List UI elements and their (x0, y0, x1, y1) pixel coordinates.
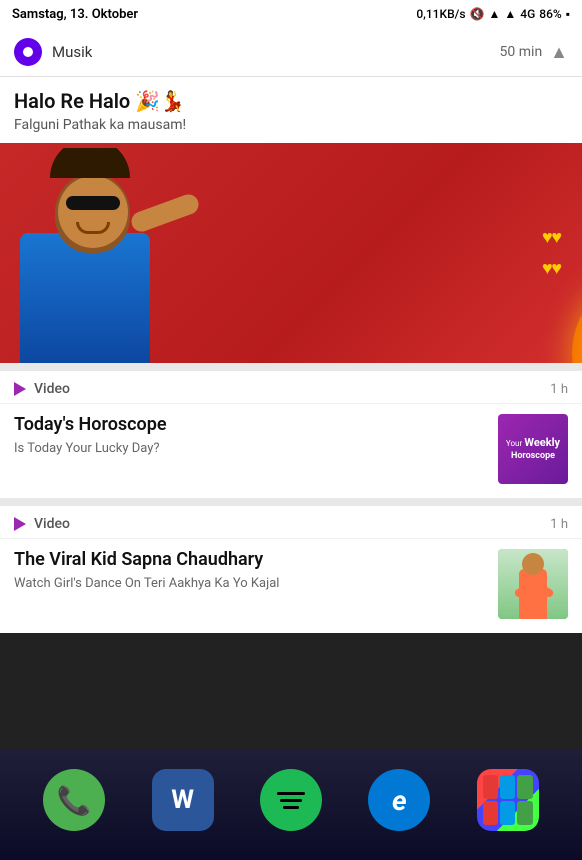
spotify-line-3 (283, 806, 299, 809)
expand-icon[interactable]: ▲ (550, 42, 568, 63)
sapna-type-label: Video (34, 516, 70, 532)
grid-cell-4 (483, 801, 498, 825)
spotify-line-2 (280, 799, 302, 802)
battery-icon: ▪ (566, 7, 570, 21)
grid-cell-3 (517, 775, 532, 799)
sapna-card[interactable]: Video 1 h The Viral Kid Sapna Chaudhary … (0, 506, 582, 633)
music-duration: 50 min (500, 44, 543, 60)
apps-grid-icon[interactable] (477, 769, 539, 831)
spotify-app-icon[interactable] (260, 769, 322, 831)
video-play-icon (14, 382, 26, 396)
horoscope-duration: 1 h (550, 382, 568, 397)
status-bar: Samstag, 13. Oktober 0,11KB/s 🔇 ▲ ▲ 4G 8… (0, 0, 582, 28)
sapna-content: The Viral Kid Sapna Chaudhary Watch Girl… (0, 539, 582, 633)
sapna-video-header: Video 1 h (0, 506, 582, 539)
music-bar[interactable]: Musik 50 min ▲ (0, 28, 582, 77)
spotify-lines (277, 792, 305, 809)
sapna-title: The Viral Kid Sapna Chaudhary (14, 549, 488, 570)
song-title: Halo Re Halo 🎉💃 (14, 89, 568, 113)
phone-app-icon[interactable]: 📞 (43, 769, 105, 831)
status-right: 0,11KB/s 🔇 ▲ ▲ 4G 86% ▪ (416, 7, 570, 21)
network-speed: 0,11KB/s (416, 7, 465, 21)
song-section: Halo Re Halo 🎉💃 Falguni Pathak ka mausam… (0, 77, 582, 133)
music-label: Musik (52, 43, 92, 61)
dance-head (522, 553, 544, 575)
mandala-circle: DANDIYA QUEEN FALGUNI PATHAK (572, 273, 582, 363)
horoscope-title: Today's Horoscope (14, 414, 488, 435)
sapna-thumb-bg (498, 549, 568, 619)
spotify-line-1 (277, 792, 305, 795)
network-type: 4G (520, 7, 535, 21)
phone-icon: 📞 (57, 784, 92, 817)
word-app-icon[interactable]: W (152, 769, 214, 831)
smile (76, 222, 110, 234)
horoscope-type-label: Video (34, 381, 70, 397)
your-label: Your (506, 439, 522, 448)
separator-2 (0, 498, 582, 506)
sapna-duration: 1 h (550, 517, 568, 532)
sapna-subtitle: Watch Girl's Dance On Teri Aakhya Ka Yo … (14, 576, 488, 591)
grid-cell-5 (500, 801, 515, 825)
horoscope-thumbnail[interactable]: Your Weekly Horoscope (498, 414, 568, 484)
sapna-header-left: Video (14, 516, 70, 532)
music-banner[interactable]: ♥ ♥ ♥ ♥ ♥ ♥ DANDIYA QUEEN FALGUNI PATHAK (0, 143, 582, 363)
sapna-thumbnail[interactable] (498, 549, 568, 619)
horoscope-subtitle: Is Today Your Lucky Day? (14, 441, 488, 456)
heart-left-top: ♥ (542, 258, 553, 279)
main-content: Musik 50 min ▲ Halo Re Halo 🎉💃 Falguni P… (0, 28, 582, 633)
horoscope-thumb-text: Your Weekly Horoscope (502, 436, 564, 462)
face-shape (58, 176, 128, 248)
bottom-navigation: 📞 W e (0, 750, 582, 860)
horoscope-video-header: Video 1 h (0, 371, 582, 404)
music-bar-left: Musik (14, 38, 92, 66)
grid-cell-1 (483, 775, 498, 799)
horoscope-label: Horoscope (511, 451, 555, 461)
horoscope-info: Today's Horoscope Is Today Your Lucky Da… (14, 414, 498, 456)
video-header-left: Video (14, 381, 70, 397)
song-subtitle: Falguni Pathak ka mausam! (14, 117, 568, 133)
heart-right-top: ♥ (551, 258, 562, 279)
signal-icon: ▲ (504, 7, 516, 21)
grid-icon-inner (477, 769, 539, 831)
hair-shape (50, 148, 130, 178)
edge-letter: e (392, 784, 407, 817)
word-letter: W (171, 785, 194, 815)
horoscope-card[interactable]: Video 1 h Today's Horoscope Is Today You… (0, 371, 582, 498)
mute-icon: 🔇 (470, 7, 485, 21)
music-icon-inner (23, 47, 33, 57)
music-app-icon (14, 38, 42, 66)
horoscope-content: Today's Horoscope Is Today Your Lucky Da… (0, 404, 582, 498)
heart-left-bottom: ♥ (542, 227, 553, 248)
music-bar-right: 50 min ▲ (500, 42, 568, 63)
edge-app-icon[interactable]: e (368, 769, 430, 831)
arm-shape (129, 192, 202, 235)
sunglasses (66, 196, 120, 210)
banner-person-area (0, 148, 210, 363)
weekly-label: Weekly (524, 436, 560, 449)
sapna-play-icon (14, 517, 26, 531)
separator-1 (0, 363, 582, 371)
wifi-icon: ▲ (488, 7, 500, 21)
grid-cell-6 (517, 801, 532, 825)
status-date: Samstag, 13. Oktober (12, 7, 138, 22)
battery-level: 86% (539, 7, 561, 21)
sapna-info: The Viral Kid Sapna Chaudhary Watch Girl… (14, 549, 498, 591)
heart-right-bottom: ♥ (551, 227, 562, 248)
grid-cell-2 (500, 775, 515, 799)
